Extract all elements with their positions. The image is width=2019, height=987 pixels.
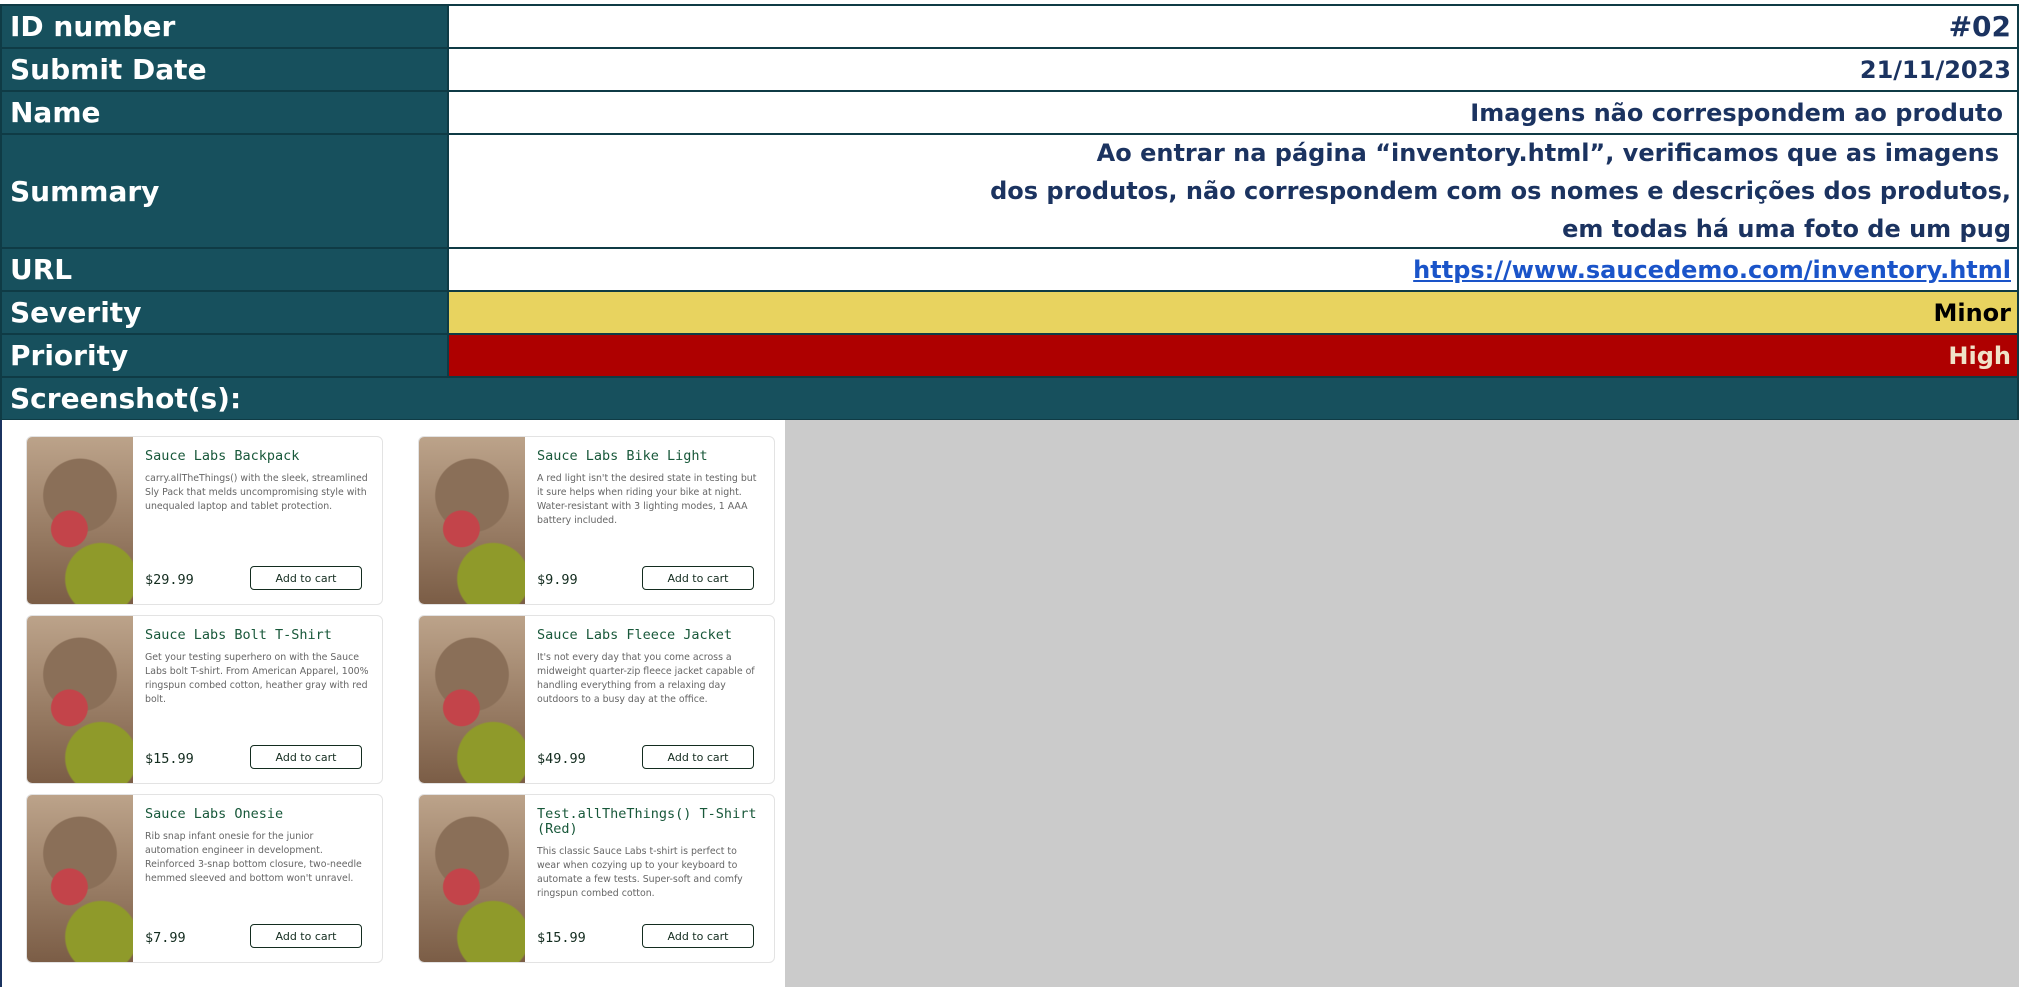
row-severity: Severity Minor [0,290,2019,335]
add-to-cart-button[interactable]: Add to cart [250,566,362,590]
row-summary: Summary Ao entrar na página “inventory.h… [0,133,2019,249]
product-name[interactable]: Sauce Labs Bike Light [537,449,762,464]
product-card: Test.allTheThings() T-Shirt (Red) This c… [418,794,775,963]
name-value: Imagens não correspondem ao produto [447,90,2019,135]
add-to-cart-button[interactable]: Add to cart [250,745,362,769]
id-value: #02 [447,4,2019,49]
product-description: This classic Sauce Labs t-shirt is perfe… [537,846,743,899]
product-description: carry.allTheThings() with the sleek, str… [145,473,368,512]
id-label: ID number [0,4,447,49]
inventory-screenshot: Sauce Labs Backpack carry.allTheThings()… [0,420,785,987]
add-to-cart-button[interactable]: Add to cart [642,924,754,948]
summary-label: Summary [0,133,447,249]
pug-image [419,795,525,962]
severity-value: Minor [447,290,2019,335]
summary-line-1: Ao entrar na página “inventory.html”, ve… [1096,139,1999,167]
screenshot-area: Sauce Labs Backpack carry.allTheThings()… [0,420,2019,987]
product-price: $9.99 [537,572,578,588]
screenshots-label: Screenshot(s): [10,382,242,415]
product-price: $15.99 [537,930,586,946]
row-name: Name Imagens não correspondem ao produto [0,90,2019,135]
pug-image [27,437,133,604]
product-card: Sauce Labs Bolt T-Shirt Get your testing… [26,615,383,784]
product-name[interactable]: Sauce Labs Backpack [145,449,370,464]
product-price: $49.99 [537,751,586,767]
pug-image [27,795,133,962]
row-url: URL https://www.saucedemo.com/inventory.… [0,247,2019,292]
pug-image [419,437,525,604]
severity-label: Severity [0,290,447,335]
row-id: ID number #02 [0,4,2019,49]
product-description: A red light isn't the desired state in t… [537,473,757,526]
summary-value: Ao entrar na página “inventory.html”, ve… [447,133,2019,249]
name-label: Name [0,90,447,135]
row-screenshots-header: Screenshot(s): [0,376,2019,421]
pug-image [27,616,133,783]
product-price: $15.99 [145,751,194,767]
product-name[interactable]: Sauce Labs Bolt T-Shirt [145,628,370,643]
empty-gray-area [785,420,2019,987]
url-label: URL [0,247,447,292]
product-description: It's not every day that you come across … [537,652,755,705]
product-name[interactable]: Sauce Labs Fleece Jacket [537,628,762,643]
priority-label: Priority [0,333,447,378]
product-description: Rib snap infant onesie for the junior au… [145,831,362,884]
product-price: $29.99 [145,572,194,588]
add-to-cart-button[interactable]: Add to cart [642,566,754,590]
product-card: Sauce Labs Backpack carry.allTheThings()… [26,436,383,605]
url-link[interactable]: https://www.saucedemo.com/inventory.html [1413,256,2011,284]
add-to-cart-button[interactable]: Add to cart [250,924,362,948]
submit-date-value: 21/11/2023 [447,47,2019,92]
url-value: https://www.saucedemo.com/inventory.html [447,247,2019,292]
bug-report-sheet: ID number #02 Submit Date 21/11/2023 Nam… [0,0,2019,987]
summary-line-3: em todas há uma foto de um pug [1562,215,2011,243]
summary-line-2: dos produtos, não correspondem com os no… [990,177,2011,205]
product-description: Get your testing superhero on with the S… [145,652,369,705]
product-name[interactable]: Sauce Labs Onesie [145,807,370,822]
submit-date-label: Submit Date [0,47,447,92]
product-name[interactable]: Test.allTheThings() T-Shirt (Red) [537,807,762,837]
row-submit-date: Submit Date 21/11/2023 [0,47,2019,92]
product-card: Sauce Labs Onesie Rib snap infant onesie… [26,794,383,963]
priority-value: High [447,333,2019,378]
product-price: $7.99 [145,930,186,946]
product-card: Sauce Labs Fleece Jacket It's not every … [418,615,775,784]
pug-image [419,616,525,783]
row-priority: Priority High [0,333,2019,378]
add-to-cart-button[interactable]: Add to cart [642,745,754,769]
product-card: Sauce Labs Bike Light A red light isn't … [418,436,775,605]
